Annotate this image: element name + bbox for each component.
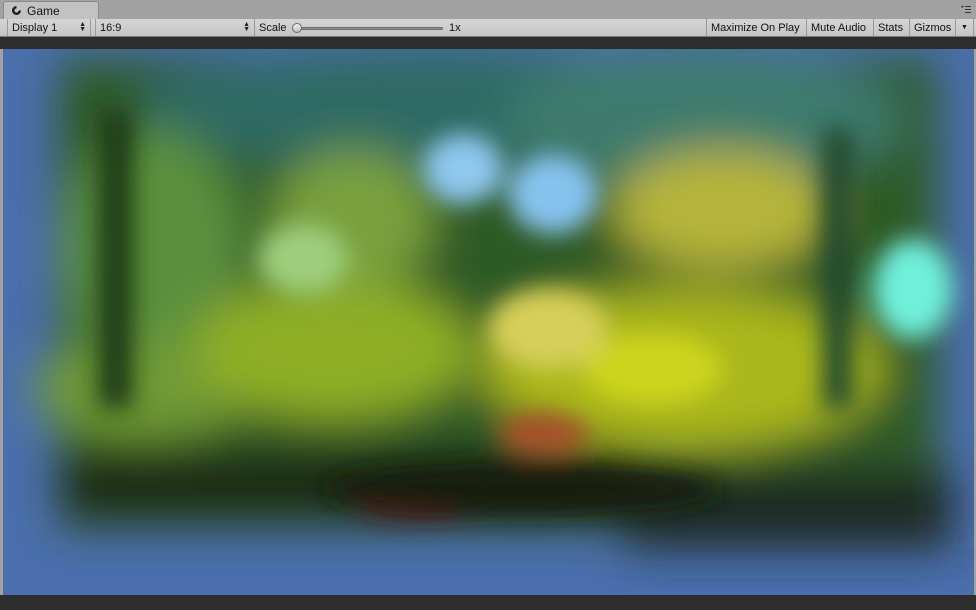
game-window: Game Display 1 ▲ ▼ 16:9 ▲ ▼ Scale 1x Max… xyxy=(0,0,976,610)
scale-label: Scale xyxy=(259,21,287,34)
scale-slider-thumb[interactable] xyxy=(292,23,302,33)
game-toolbar: Display 1 ▲ ▼ 16:9 ▲ ▼ Scale 1x Maximize O… xyxy=(0,19,976,37)
tab-game[interactable]: Game xyxy=(3,1,99,19)
letterbox-bottom xyxy=(0,595,976,610)
unity-logo-icon xyxy=(11,5,22,16)
display-dropdown[interactable]: Display 1 ▲ ▼ xyxy=(7,19,91,36)
gizmos-label: Gizmos xyxy=(914,21,952,34)
stats-button[interactable]: Stats xyxy=(874,19,910,36)
chevron-down-icon: ▼ xyxy=(961,24,968,31)
game-viewport[interactable] xyxy=(3,49,974,595)
maximize-on-play-button[interactable]: Maximize On Play xyxy=(707,19,807,36)
mute-audio-button[interactable]: Mute Audio xyxy=(807,19,874,36)
context-menu-icon[interactable] xyxy=(959,4,973,16)
updown-arrows-icon: ▲ ▼ xyxy=(79,21,86,33)
blurred-game-scene xyxy=(33,49,953,549)
mute-audio-label: Mute Audio xyxy=(811,21,867,34)
gizmos-button[interactable]: Gizmos xyxy=(910,19,956,36)
aspect-dropdown[interactable]: 16:9 ▲ ▼ xyxy=(95,19,255,36)
updown-arrows-icon: ▲ ▼ xyxy=(243,21,250,33)
gizmos-dropdown-arrow[interactable]: ▼ xyxy=(956,19,974,36)
maximize-on-play-label: Maximize On Play xyxy=(711,21,800,34)
scale-value: 1x xyxy=(445,19,465,36)
scale-slider-track[interactable] xyxy=(297,27,443,30)
aspect-label: 16:9 xyxy=(100,21,122,34)
tab-strip: Game xyxy=(0,0,976,19)
tab-title: Game xyxy=(27,3,60,18)
stats-label: Stats xyxy=(878,21,904,34)
display-label: Display 1 xyxy=(12,21,58,34)
letterbox-top xyxy=(0,37,976,49)
scale-value-text: 1x xyxy=(449,21,461,34)
